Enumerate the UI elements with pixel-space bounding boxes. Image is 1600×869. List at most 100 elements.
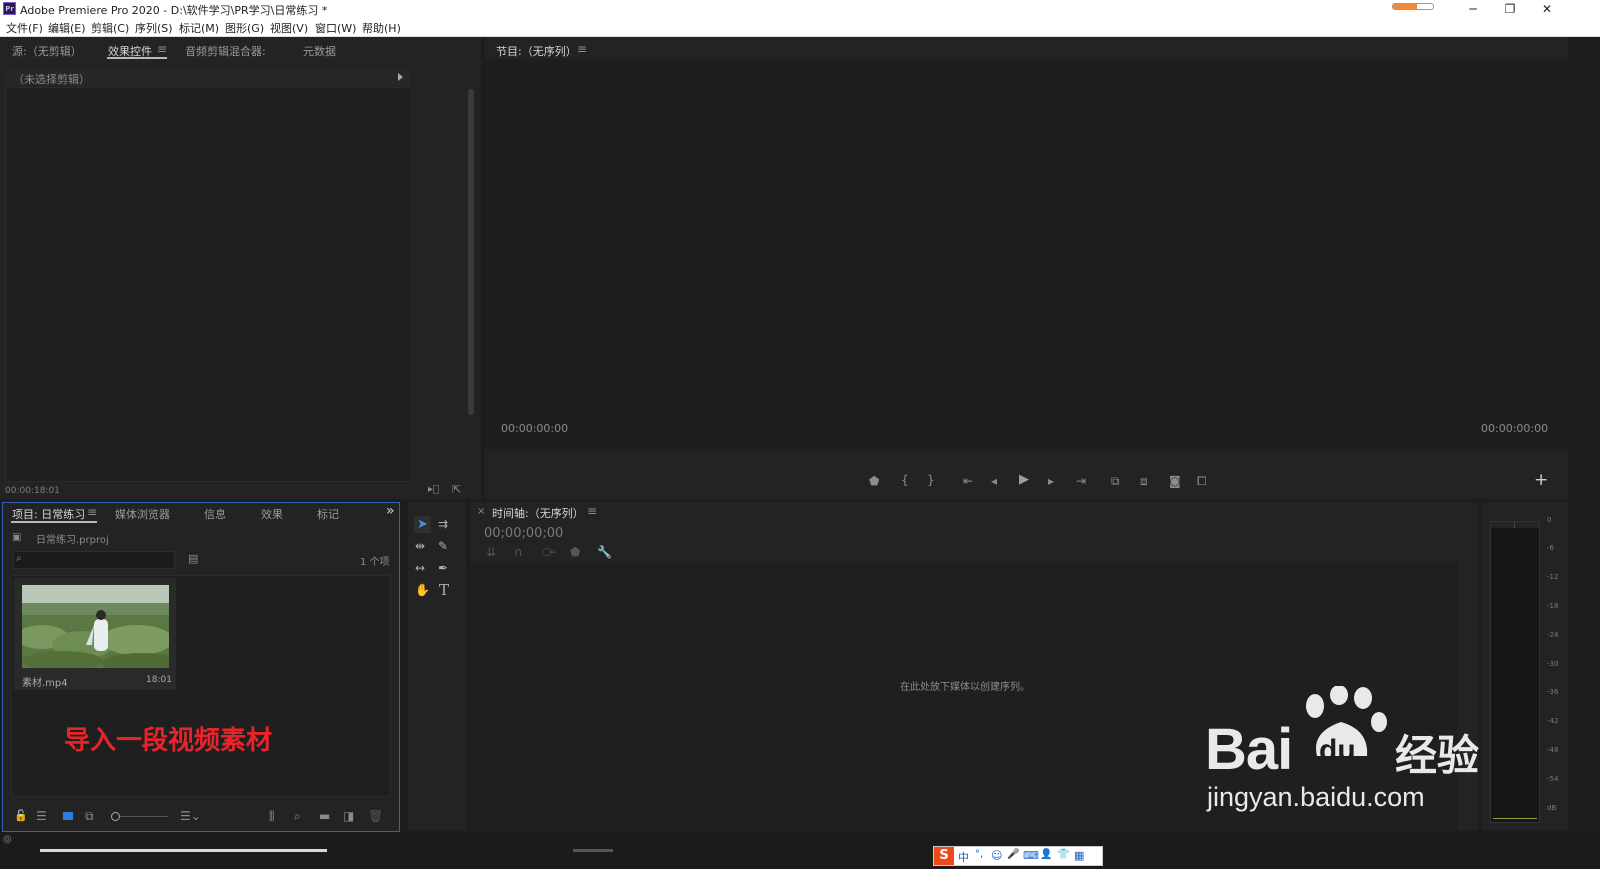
close-timeline-icon[interactable]: ×	[477, 506, 485, 517]
item-count: 1 个项	[360, 557, 390, 568]
zoom-slider-track[interactable]	[120, 816, 168, 817]
ime-keyboard-icon[interactable]: ⌨	[1023, 849, 1039, 862]
list-view-icon[interactable]: ☰	[36, 809, 47, 823]
timeline-menu-icon[interactable]: ≡	[587, 504, 597, 518]
program-menu-icon[interactable]: ≡	[577, 42, 587, 56]
vertical-scrollbar[interactable]	[468, 89, 474, 415]
zoom-slider-handle[interactable]	[111, 812, 120, 821]
add-marker-icon[interactable]: ⬟	[570, 545, 580, 559]
selection-tool-icon[interactable]: ➤	[414, 516, 431, 533]
go-to-out-icon[interactable]: ⇥	[1076, 474, 1086, 488]
slip-tool-icon[interactable]: ↔	[415, 561, 425, 575]
timeline-timecode[interactable]: 00;00;00;00	[484, 526, 563, 541]
effect-controls-area	[5, 87, 412, 482]
close-window-button[interactable]: ✕	[1527, 0, 1567, 18]
project-menu-icon[interactable]: ≡	[87, 505, 97, 519]
ripple-edit-tool-icon[interactable]: ⇹	[415, 539, 425, 553]
timeline-title[interactable]: 时间轴:（无序列）	[492, 505, 584, 521]
play-icon[interactable]: ▶	[1019, 473, 1029, 487]
clear-icon[interactable]: 🗑	[368, 809, 383, 823]
panel-overflow-icon[interactable]: »	[386, 503, 395, 519]
clip-tile[interactable]: 素材.mp4 18:01	[14, 578, 176, 690]
menu-clip[interactable]: 剪辑(C)	[91, 20, 129, 36]
menu-marker[interactable]: 标记(M)	[179, 20, 219, 36]
tab-media-browser[interactable]: 媒体浏览器	[115, 506, 170, 522]
menu-help[interactable]: 帮助(H)	[362, 20, 401, 36]
extract-icon[interactable]: ⧈	[1140, 474, 1148, 488]
menu-edit[interactable]: 编辑(E)	[48, 20, 86, 36]
lock-icon[interactable]: 🔓	[14, 809, 28, 822]
sort-icons-icon[interactable]: ☰⌄	[180, 809, 201, 823]
scale-label: dB	[1547, 804, 1557, 812]
panel-menu-icon[interactable]: ≡	[157, 42, 167, 56]
tab-info[interactable]: 信息	[204, 506, 226, 522]
nest-icon[interactable]: ⇊	[486, 545, 496, 559]
step-back-icon[interactable]: ◂	[991, 474, 997, 488]
ime-punctuation-icon[interactable]: °,	[975, 849, 983, 860]
clip-name: 素材.mp4	[22, 678, 68, 689]
annotation-text: 导入一段视频素材	[64, 726, 273, 756]
mark-out-icon[interactable]: }	[927, 473, 935, 487]
menu-sequence[interactable]: 序列(S)	[135, 20, 173, 36]
razor-tool-icon[interactable]: ✎	[438, 539, 448, 553]
tab-markers[interactable]: 标记	[317, 506, 339, 522]
new-search-bin-icon[interactable]: ▤	[188, 552, 198, 566]
menu-graphics[interactable]: 图形(G)	[225, 20, 264, 36]
export-frame-camera-icon[interactable]: ◙	[1169, 474, 1181, 488]
freeform-view-icon[interactable]: ⧉	[85, 809, 94, 823]
project-search-box[interactable]: ⌕	[13, 551, 175, 569]
lift-icon[interactable]: ⧉	[1111, 474, 1120, 488]
sogou-logo-icon[interactable]: S	[934, 847, 954, 865]
ime-user-icon[interactable]: 👤	[1040, 849, 1052, 860]
search-input[interactable]	[30, 552, 170, 566]
tab-project[interactable]: 项目: 日常练习	[12, 506, 85, 522]
active-tab-indicator	[107, 57, 167, 59]
program-viewer[interactable]	[485, 59, 1568, 449]
icon-view-icon[interactable]	[63, 812, 73, 820]
timeline-settings-wrench-icon[interactable]: 🔧	[597, 545, 612, 559]
playhead-timecode[interactable]: 00:00:00:00	[501, 422, 568, 435]
add-marker-icon[interactable]: ⬟	[869, 474, 879, 488]
progress-fill	[1393, 4, 1417, 9]
linked-selection-icon[interactable]: ⧃	[542, 545, 555, 559]
scale-label: -36	[1547, 688, 1559, 696]
filter-icon[interactable]: ▸⃝	[428, 483, 439, 497]
comparison-view-icon[interactable]: ⧠	[1197, 474, 1207, 488]
tab-source[interactable]: 源:（无剪辑）	[12, 43, 82, 59]
pen-tool-icon[interactable]: ✒	[438, 561, 448, 575]
duration-timecode: 00:00:00:00	[1481, 422, 1549, 435]
export-icon[interactable]: ⇱	[452, 483, 461, 497]
go-to-in-icon[interactable]: ⇤	[963, 474, 973, 488]
timeline-drop-area[interactable]	[470, 562, 1458, 830]
ime-toolbox-icon[interactable]: ▦	[1074, 849, 1084, 862]
tab-metadata[interactable]: 元数据	[303, 43, 336, 59]
expand-arrow-icon[interactable]	[398, 73, 403, 81]
ime-chinese-mode[interactable]: 中	[958, 849, 969, 865]
tab-effects[interactable]: 效果	[261, 506, 283, 522]
menu-window[interactable]: 窗口(W)	[315, 20, 356, 36]
snap-icon[interactable]: ∩	[514, 545, 523, 559]
new-bin-icon[interactable]: ▬	[319, 809, 330, 823]
ime-skin-icon[interactable]: 👕	[1057, 849, 1069, 860]
tab-audio-clip-mixer[interactable]: 音频剪辑混合器:	[185, 43, 266, 59]
find-icon[interactable]: ⌕	[294, 809, 301, 823]
button-editor-add-icon[interactable]: +	[1534, 470, 1548, 490]
minimize-button[interactable]: ─	[1453, 0, 1493, 18]
menu-bar: 文件(F) 编辑(E) 剪辑(C) 序列(S) 标记(M) 图形(G) 视图(V…	[0, 18, 1600, 37]
ime-toolbar[interactable]: S 中 °, ☺ 🎤 ⌨ 👤 👕 ▦	[933, 846, 1103, 866]
menu-file[interactable]: 文件(F)	[6, 20, 43, 36]
hand-tool-icon[interactable]: ✋	[415, 583, 430, 597]
menu-view[interactable]: 视图(V)	[270, 20, 308, 36]
automate-to-sequence-icon[interactable]: ⫼	[269, 809, 275, 823]
mark-in-icon[interactable]: {	[901, 473, 909, 487]
new-item-icon[interactable]: ◨	[343, 809, 354, 823]
restore-button[interactable]: ❐	[1490, 0, 1530, 18]
step-forward-icon[interactable]: ▸	[1048, 474, 1054, 488]
type-tool-icon[interactable]: T	[439, 581, 449, 599]
ime-emoji-icon[interactable]: ☺	[991, 849, 1002, 862]
track-select-tool-icon[interactable]: ⇉	[438, 517, 448, 531]
effect-controls-timecode[interactable]: 00:00:18:01	[5, 486, 60, 496]
project-items-area[interactable]: 素材.mp4 18:01 导入一段视频素材	[11, 575, 391, 797]
ime-voice-icon[interactable]: 🎤	[1007, 849, 1019, 860]
program-monitor-title[interactable]: 节目:（无序列）	[496, 43, 577, 59]
